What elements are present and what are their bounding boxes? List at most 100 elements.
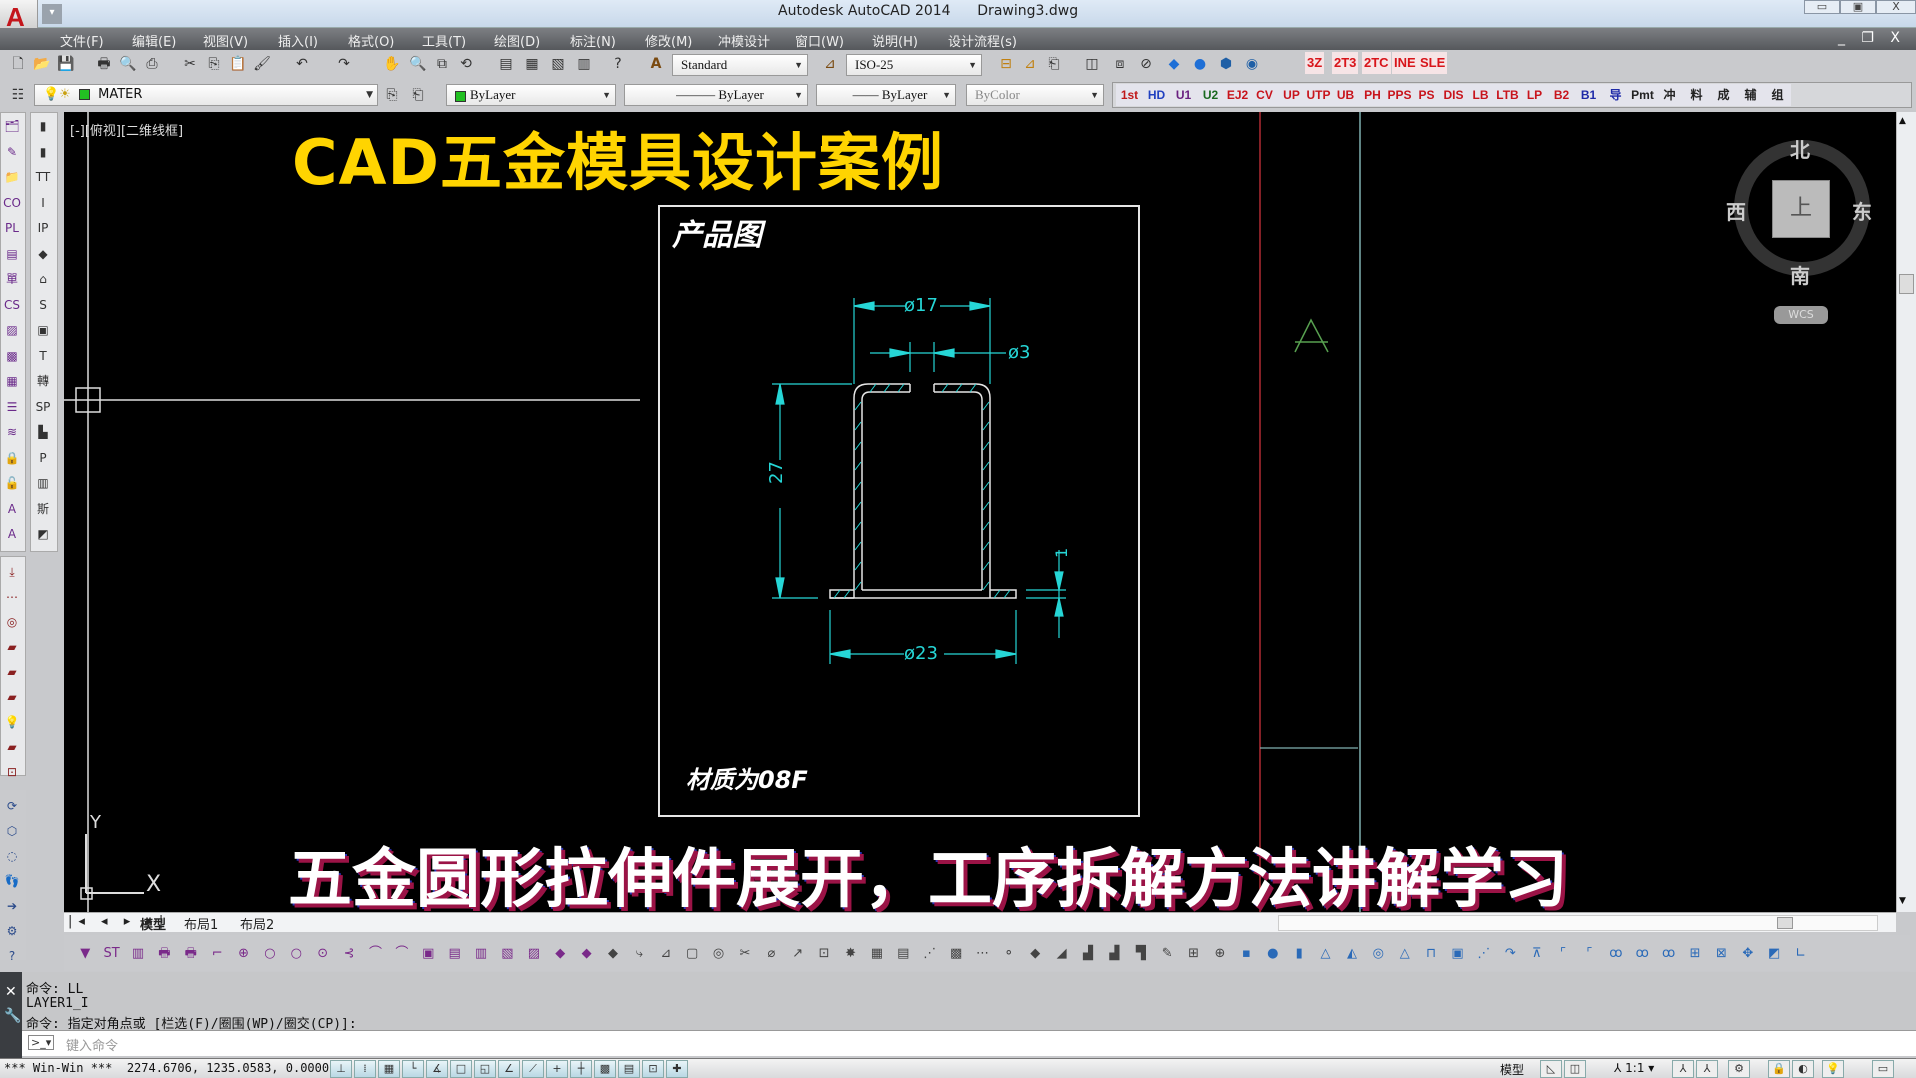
die-tool-button[interactable]: 冲 [1656, 84, 1683, 106]
print-preview-icon[interactable]: 🔍 [118, 54, 138, 74]
3d-osnap-toggle[interactable]: ◱ [474, 1060, 496, 1078]
view-tool-icon[interactable]: 👣 [2, 871, 22, 891]
text-style-select[interactable]: Standard ▼ [672, 54, 808, 76]
application-menu-button[interactable]: A [0, 0, 38, 32]
bottom-tool-icon[interactable]: ▣ [1444, 941, 1470, 967]
bottom-tool-icon[interactable]: ⚬ [996, 941, 1022, 967]
left-tool-icon[interactable]: S [33, 295, 53, 315]
bottom-tool-icon[interactable]: ⊠ [1708, 941, 1734, 967]
menu-window[interactable]: 窗口(W) [795, 31, 844, 50]
bottom-tool-icon[interactable]: ⊼ [1523, 941, 1549, 967]
die-tool-button[interactable]: PH [1359, 84, 1386, 106]
bottom-tool-icon[interactable]: ◆ [1022, 941, 1048, 967]
dim-style-icon[interactable]: ⊿ [820, 54, 840, 74]
die-tool-button[interactable]: UP [1278, 84, 1305, 106]
wcs-menu[interactable]: WCS [1774, 306, 1828, 324]
left-tool-icon[interactable]: ⌂ [33, 269, 53, 289]
bottom-tool-icon[interactable]: ⋰ [1471, 941, 1497, 967]
new-file-icon[interactable]: 🗋 [8, 54, 28, 74]
bottom-tool-icon[interactable]: ▟ [1075, 941, 1101, 967]
bottom-tool-icon[interactable]: ▣ [415, 941, 441, 967]
menu-format[interactable]: 格式(O) [348, 31, 394, 50]
bottom-tool-icon[interactable]: ▪ [1233, 941, 1259, 967]
left-tool-icon[interactable]: ▙ [33, 422, 53, 442]
zoom-realtime-icon[interactable]: 🔍 [408, 54, 428, 74]
left-tool-icon[interactable]: ▮ [33, 116, 53, 136]
scroll-thumb[interactable] [1899, 274, 1914, 294]
menu-die-design[interactable]: 冲模设计 [718, 31, 770, 50]
conceptual-shade-icon[interactable]: ⬢ [1216, 54, 1236, 74]
transparency-toggle[interactable]: ▩ [594, 1060, 616, 1078]
bottom-tool-icon[interactable]: ꝏ [1629, 941, 1655, 967]
match-properties-icon[interactable]: 🖌 [252, 54, 272, 74]
tool-2t3[interactable]: 2T3 [1332, 52, 1359, 74]
bottom-tool-icon[interactable]: ⌜ [1550, 941, 1576, 967]
bottom-tool-icon[interactable]: ⌒ [389, 941, 415, 967]
tab-layout1[interactable]: 布局1 [184, 914, 218, 933]
lock-icon[interactable]: 🔒 [1768, 1060, 1790, 1078]
bottom-tool-icon[interactable]: ꝏ [1603, 941, 1629, 967]
menu-insert[interactable]: 插入(I) [278, 31, 318, 50]
horizontal-scrollbar[interactable] [1278, 915, 1878, 931]
multileader-style-icon[interactable]: ⊿ [1020, 54, 1040, 74]
command-input[interactable]: >_▾ 键入命令 [22, 1030, 1916, 1056]
viewport-controls-label[interactable]: [-][俯视][二维线框] [70, 120, 183, 139]
bottom-tool-icon[interactable]: ● [1260, 941, 1286, 967]
maximize-button[interactable]: ▣ [1840, 0, 1876, 14]
menu-file[interactable]: 文件(F) [60, 31, 104, 50]
left-tool-icon[interactable]: ◆ [33, 244, 53, 264]
menu-edit[interactable]: 编辑(E) [132, 31, 176, 50]
die-tool-button[interactable]: B1 [1575, 84, 1602, 106]
left-tool-icon[interactable]: ▮ [33, 142, 53, 162]
minimize-button[interactable]: ▭ [1804, 0, 1840, 14]
osnap-toggle[interactable]: □ [450, 1060, 472, 1078]
left-tool-icon[interactable]: ☰ [2, 397, 22, 417]
menu-tools[interactable]: 工具(T) [422, 31, 466, 50]
bottom-tool-icon[interactable]: ⌜ [1576, 941, 1602, 967]
bottom-tool-icon[interactable]: ▥ [125, 941, 151, 967]
left-tool-icon[interactable]: I [33, 193, 53, 213]
left-tool-icon[interactable]: ◩ [33, 524, 53, 544]
bottom-tool-icon[interactable]: ◢ [1048, 941, 1074, 967]
plotstyle-select[interactable]: ByColor ▼ [966, 84, 1104, 106]
left-tool-icon[interactable]: T [33, 346, 53, 366]
help-icon[interactable]: ? [608, 54, 628, 74]
layer-select[interactable]: 💡☀ MATER ▼ [34, 84, 378, 106]
dim-style-select[interactable]: ISO-25 ▼ [846, 54, 982, 76]
scroll-up-icon[interactable]: ▲ [1899, 116, 1906, 126]
coordinate-readout[interactable]: *** Win-Win *** 2274.6706, 1235.0583, 0.… [4, 1061, 329, 1075]
lineweight-toggle[interactable]: ┼ [570, 1060, 592, 1078]
grid-toggle[interactable]: ▦ [378, 1060, 400, 1078]
die-tool-button[interactable]: LTB [1494, 84, 1521, 106]
left-tool-icon[interactable]: SP [33, 397, 53, 417]
viewcube-west[interactable]: 西 [1726, 196, 1746, 225]
command-prompt-icon[interactable]: >_▾ [28, 1035, 55, 1050]
dyn-toggle[interactable]: + [546, 1060, 568, 1078]
publish-icon[interactable]: ⎙ [142, 54, 162, 74]
die-tool-button[interactable]: 1st [1116, 84, 1143, 106]
die-tool-button[interactable]: UTP [1305, 84, 1332, 106]
bottom-tool-icon[interactable]: ⋰ [917, 941, 943, 967]
shaded-edges-icon[interactable]: ◉ [1242, 54, 1262, 74]
left-tool-icon[interactable]: 單 [2, 269, 22, 289]
bottom-tool-icon[interactable]: ⊕ [230, 941, 256, 967]
quick-access-dropdown[interactable]: ▾ [42, 4, 62, 24]
die-tool-button[interactable]: PS [1413, 84, 1440, 106]
tab-layout2[interactable]: 布局2 [240, 914, 274, 933]
bottom-tool-icon[interactable]: ⊡ [811, 941, 837, 967]
bottom-tool-icon[interactable]: ▧ [494, 941, 520, 967]
paste-icon[interactable]: 📋 [228, 54, 248, 74]
die-tool-button[interactable]: 辅 [1737, 84, 1764, 106]
die-tool-button[interactable]: UB [1332, 84, 1359, 106]
menu-help[interactable]: 说明(H) [872, 31, 918, 50]
design-center-icon[interactable]: ▦ [522, 54, 542, 74]
boolean-icon[interactable]: ⧈ [1110, 54, 1130, 74]
bottom-tool-icon[interactable]: ⊙ [310, 941, 336, 967]
bottom-tool-icon[interactable]: ◭ [1339, 941, 1365, 967]
menu-dimension[interactable]: 标注(N) [570, 31, 616, 50]
bottom-tool-icon[interactable]: ◎ [1365, 941, 1391, 967]
die-tool-button[interactable]: 导 [1602, 84, 1629, 106]
bottom-tool-icon[interactable]: ∟ [1787, 941, 1813, 967]
bottom-tool-icon[interactable]: ST [98, 941, 124, 967]
tool-palettes-icon[interactable]: ▧ [548, 54, 568, 74]
